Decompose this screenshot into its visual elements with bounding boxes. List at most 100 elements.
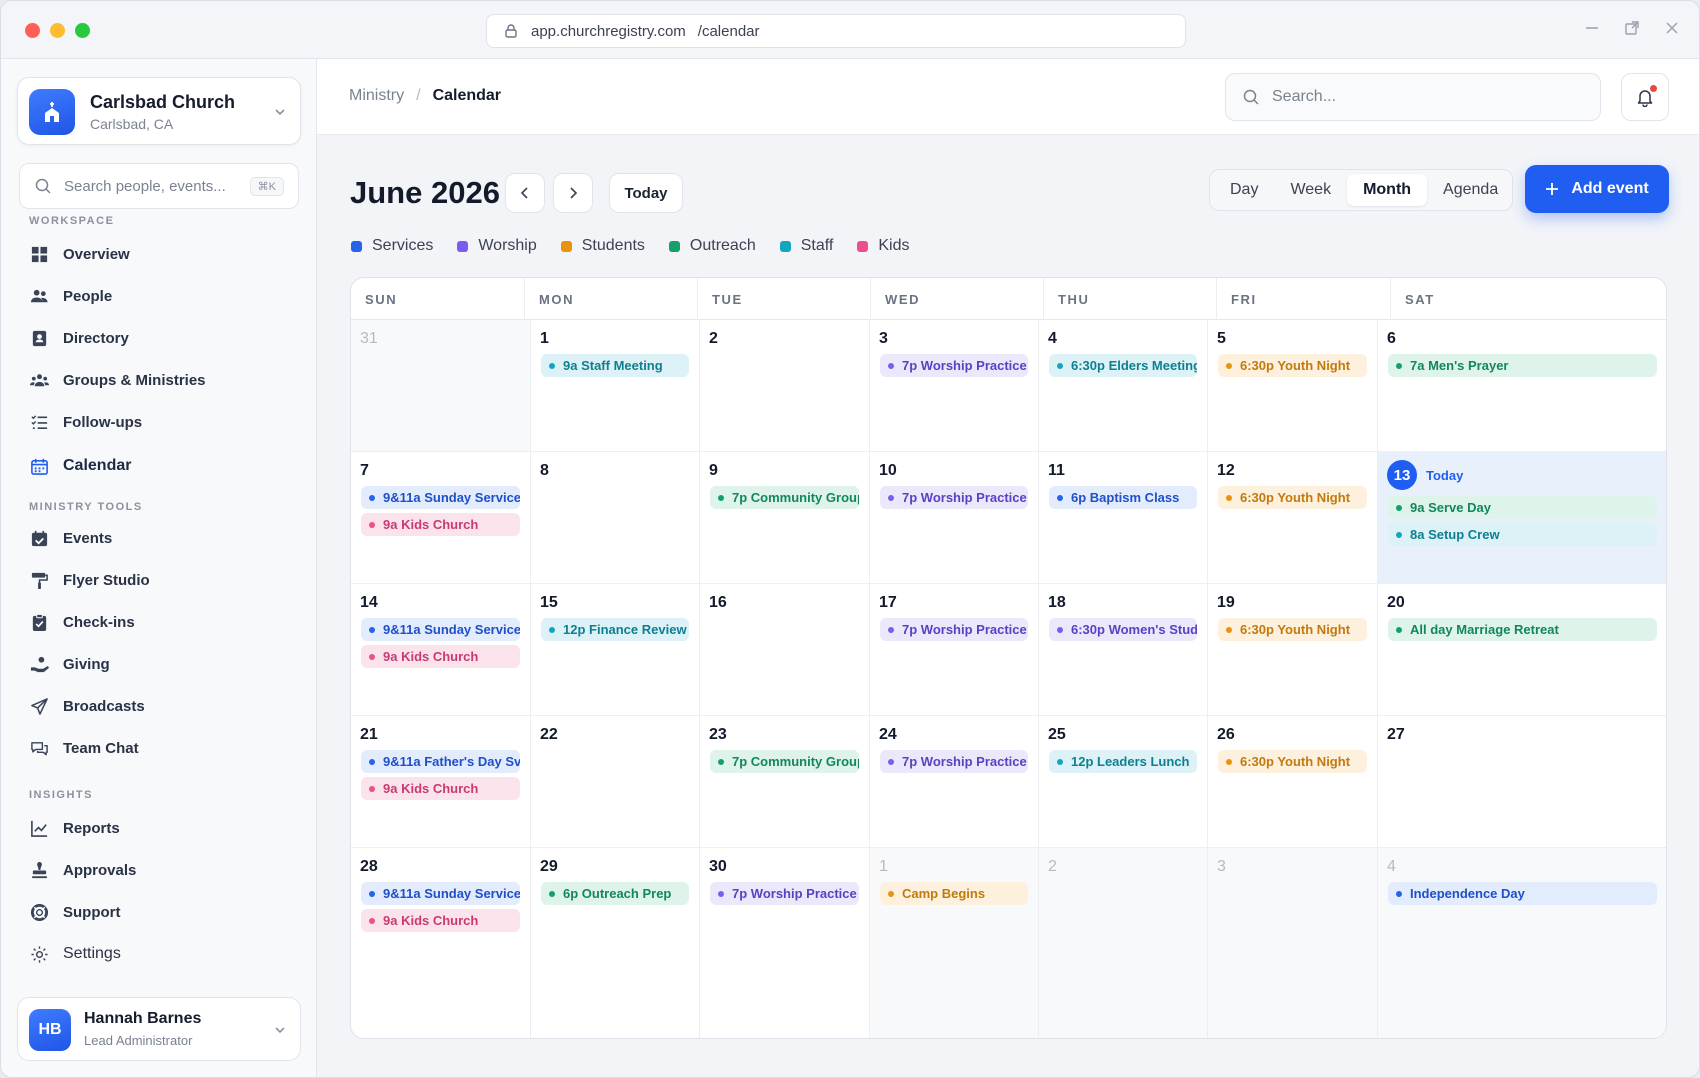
day-cell[interactable]: 7 9&11a Sunday Service 9a Kids Church bbox=[351, 452, 531, 584]
sidebar-search[interactable]: ⌘K bbox=[19, 163, 299, 209]
legend-item[interactable]: Services bbox=[351, 237, 433, 255]
legend-item[interactable]: Outreach bbox=[668, 237, 756, 255]
day-cell[interactable]: 4 Independence Day bbox=[1378, 848, 1666, 1038]
event-chip[interactable]: 7p Worship Practice bbox=[880, 354, 1028, 377]
minimize-icon[interactable] bbox=[1583, 19, 1601, 37]
day-cell[interactable]: 12 6:30p Youth Night bbox=[1208, 452, 1378, 584]
day-cell[interactable]: 28 9&11a Sunday Service 9a Kids Church bbox=[351, 848, 531, 1038]
event-chip[interactable]: 6p Outreach Prep bbox=[541, 882, 689, 905]
event-chip[interactable]: 6p Baptism Class bbox=[1049, 486, 1197, 509]
event-chip[interactable]: 8a Setup Crew bbox=[1388, 523, 1657, 546]
view-agenda[interactable]: Agenda bbox=[1427, 174, 1514, 206]
event-chip[interactable]: 9&11a Father's Day Svc bbox=[361, 750, 520, 773]
event-chip[interactable]: 9a Kids Church bbox=[361, 513, 520, 536]
sidebar-item-followups[interactable]: Follow-ups bbox=[29, 407, 142, 437]
event-chip[interactable]: 6:30p Elders Meeting bbox=[1049, 354, 1197, 377]
event-chip[interactable]: 7a Men's Prayer bbox=[1388, 354, 1657, 377]
sidebar-item-broadcasts[interactable]: Broadcasts bbox=[29, 691, 145, 721]
day-cell[interactable]: 6 7a Men's Prayer bbox=[1378, 320, 1666, 452]
day-cell[interactable]: 10 7p Worship Practice bbox=[870, 452, 1039, 584]
event-chip[interactable]: 9&11a Sunday Service bbox=[361, 618, 520, 641]
day-cell[interactable]: 15 12p Finance Review bbox=[531, 584, 700, 716]
sidebar-item-flyer-studio[interactable]: Flyer Studio bbox=[29, 565, 150, 595]
notifications-button[interactable] bbox=[1621, 73, 1669, 121]
event-chip[interactable]: 7p Worship Practice bbox=[880, 618, 1028, 641]
day-cell[interactable]: 13 Today 9a Serve Day 8a Setup Crew bbox=[1378, 452, 1666, 584]
event-chip[interactable]: 9a Kids Church bbox=[361, 909, 520, 932]
day-cell[interactable]: 29 6p Outreach Prep bbox=[531, 848, 700, 1038]
event-chip[interactable]: 6:30p Youth Night bbox=[1218, 354, 1367, 377]
event-chip[interactable]: 12p Leaders Lunch bbox=[1049, 750, 1197, 773]
day-cell[interactable]: 20 All day Marriage Retreat bbox=[1378, 584, 1666, 716]
next-month-button[interactable] bbox=[553, 173, 593, 213]
day-cell[interactable]: 2 bbox=[700, 320, 870, 452]
sidebar-item-directory[interactable]: Directory bbox=[29, 323, 129, 353]
previous-month-button[interactable] bbox=[505, 173, 545, 213]
org-switcher[interactable]: Carlsbad Church Carlsbad, CA bbox=[17, 77, 301, 145]
today-button[interactable]: Today bbox=[609, 173, 683, 213]
event-chip[interactable]: 7p Worship Practice bbox=[710, 882, 859, 905]
day-cell[interactable]: 17 7p Worship Practice bbox=[870, 584, 1039, 716]
event-chip[interactable]: 6:30p Youth Night bbox=[1218, 486, 1367, 509]
event-chip[interactable]: 9a Staff Meeting bbox=[541, 354, 689, 377]
breadcrumb-parent[interactable]: Ministry bbox=[349, 87, 404, 105]
view-month[interactable]: Month bbox=[1347, 174, 1428, 206]
day-cell[interactable]: 8 bbox=[531, 452, 700, 584]
day-cell[interactable]: 23 7p Community Group bbox=[700, 716, 870, 848]
event-chip[interactable]: 6:30p Women's Study bbox=[1049, 618, 1197, 641]
day-cell[interactable]: 16 bbox=[700, 584, 870, 716]
user-menu[interactable]: HB Hannah Barnes Lead Administrator bbox=[17, 997, 301, 1061]
event-chip[interactable]: 6:30p Youth Night bbox=[1218, 750, 1367, 773]
event-chip[interactable]: Independence Day bbox=[1388, 882, 1657, 905]
sidebar-item-team-chat[interactable]: Team Chat bbox=[29, 733, 139, 763]
day-cell[interactable]: 27 bbox=[1378, 716, 1666, 848]
day-cell[interactable]: 3 7p Worship Practice bbox=[870, 320, 1039, 452]
day-cell[interactable]: 25 12p Leaders Lunch bbox=[1039, 716, 1208, 848]
address-bar[interactable]: app.churchregistry.com /calendar bbox=[486, 14, 1186, 48]
view-week[interactable]: Week bbox=[1274, 174, 1347, 206]
day-cell[interactable]: 5 6:30p Youth Night bbox=[1208, 320, 1378, 452]
day-cell[interactable]: 31 bbox=[351, 320, 531, 452]
add-event-button[interactable]: Add event bbox=[1525, 165, 1669, 213]
event-chip[interactable]: 7p Community Group bbox=[710, 750, 859, 773]
day-cell[interactable]: 30 7p Worship Practice bbox=[700, 848, 870, 1038]
day-cell[interactable]: 9 7p Community Group bbox=[700, 452, 870, 584]
day-cell[interactable]: 2 bbox=[1039, 848, 1208, 1038]
sidebar-search-input[interactable] bbox=[64, 177, 234, 195]
day-cell[interactable]: 24 7p Worship Practice bbox=[870, 716, 1039, 848]
legend-item[interactable]: Staff bbox=[779, 237, 833, 255]
close-icon[interactable] bbox=[1663, 19, 1681, 37]
legend-item[interactable]: Worship bbox=[457, 237, 537, 255]
sidebar-item-approvals[interactable]: Approvals bbox=[29, 855, 136, 885]
sidebar-item-overview[interactable]: Overview bbox=[29, 239, 130, 269]
day-cell[interactable]: 14 9&11a Sunday Service 9a Kids Church bbox=[351, 584, 531, 716]
sidebar-item-giving[interactable]: Giving bbox=[29, 649, 110, 679]
event-chip[interactable]: 7p Worship Practice bbox=[880, 486, 1028, 509]
event-chip[interactable]: All day Marriage Retreat bbox=[1388, 618, 1657, 641]
event-chip[interactable]: 9a Kids Church bbox=[361, 645, 520, 668]
sidebar-item-checkins[interactable]: Check-ins bbox=[29, 607, 135, 637]
event-chip[interactable]: 9&11a Sunday Service bbox=[361, 486, 520, 509]
day-cell[interactable]: 22 bbox=[531, 716, 700, 848]
event-chip[interactable]: 9a Serve Day bbox=[1388, 496, 1657, 519]
legend-item[interactable]: Kids bbox=[857, 237, 909, 255]
view-day[interactable]: Day bbox=[1214, 174, 1274, 206]
day-cell[interactable]: 26 6:30p Youth Night bbox=[1208, 716, 1378, 848]
day-cell[interactable]: 11 6p Baptism Class bbox=[1039, 452, 1208, 584]
event-chip[interactable]: Camp Begins bbox=[880, 882, 1028, 905]
sidebar-item-reports[interactable]: Reports bbox=[29, 813, 120, 843]
sidebar-item-groups[interactable]: Groups & Ministries bbox=[29, 365, 206, 395]
day-cell[interactable]: 4 6:30p Elders Meeting bbox=[1039, 320, 1208, 452]
sidebar-item-settings[interactable]: Settings bbox=[29, 939, 121, 969]
minimize-window-button[interactable] bbox=[50, 23, 65, 38]
sidebar-item-calendar[interactable]: Calendar bbox=[29, 451, 131, 481]
day-cell[interactable]: 18 6:30p Women's Study bbox=[1039, 584, 1208, 716]
day-cell[interactable]: 19 6:30p Youth Night bbox=[1208, 584, 1378, 716]
day-cell[interactable]: 3 bbox=[1208, 848, 1378, 1038]
search-input[interactable] bbox=[1272, 88, 1572, 106]
day-cell[interactable]: 1 Camp Begins bbox=[870, 848, 1039, 1038]
event-chip[interactable]: 7p Community Group bbox=[710, 486, 859, 509]
event-chip[interactable]: 7p Worship Practice bbox=[880, 750, 1028, 773]
global-search[interactable] bbox=[1225, 73, 1601, 121]
legend-item[interactable]: Students bbox=[560, 237, 645, 255]
